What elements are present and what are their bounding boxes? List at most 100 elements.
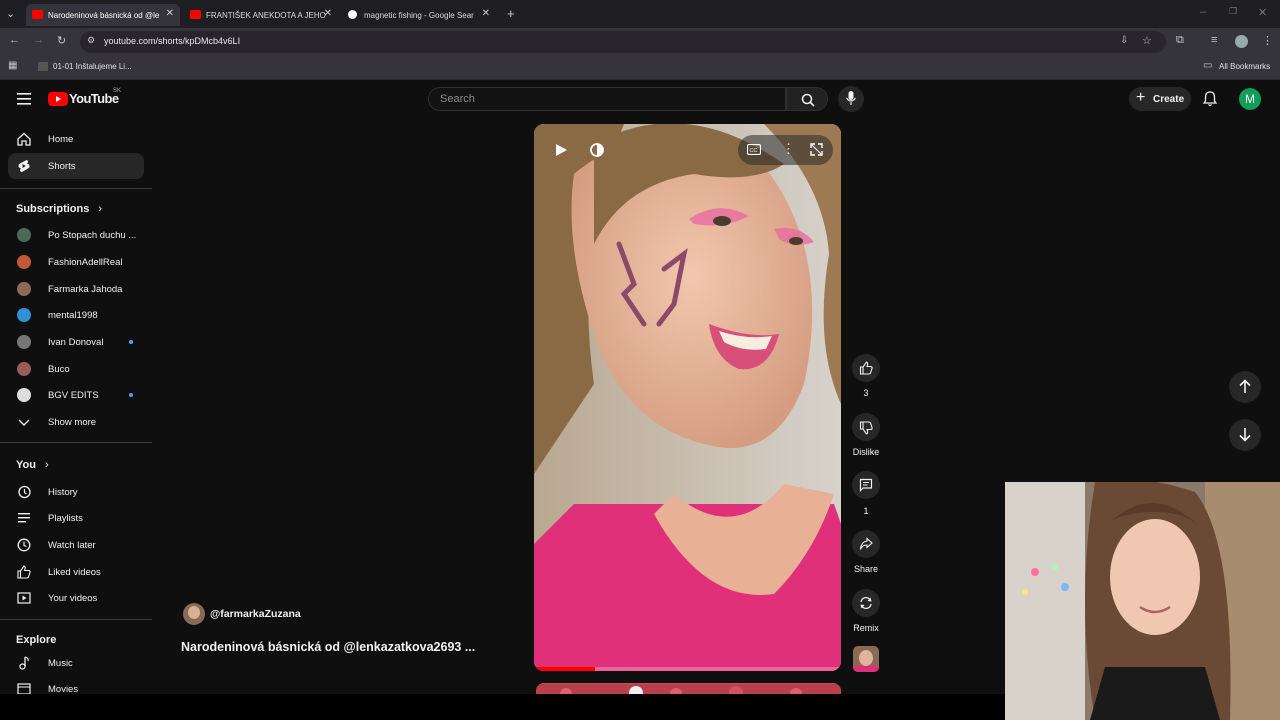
tab-title: FRANTIŠEK ANEKDOTA A JEHO: [206, 10, 326, 20]
site-info-icon[interactable]: ⚙: [87, 35, 95, 46]
tab-active[interactable]: Narodeninová básnická od @le ✕: [26, 4, 180, 26]
channel-avatar: [17, 282, 31, 296]
create-label: Create: [1153, 93, 1185, 105]
close-window-icon[interactable]: ✕: [1258, 6, 1267, 19]
create-button[interactable]: + Create: [1129, 87, 1191, 111]
sidebar-item-label: Po Stopach duchu ...: [48, 230, 137, 241]
comments-button[interactable]: [852, 471, 880, 499]
shorts-video-player[interactable]: CC ⋮: [534, 124, 841, 671]
extensions-icon[interactable]: ⧉: [1176, 34, 1184, 47]
your-videos-icon: [17, 592, 31, 604]
previous-short-button[interactable]: [1229, 371, 1261, 403]
thumbs-up-icon: [17, 565, 31, 579]
next-short-button[interactable]: [1229, 419, 1261, 451]
forward-icon[interactable]: →: [33, 34, 44, 46]
voice-search-button[interactable]: [838, 86, 864, 112]
reload-icon[interactable]: ↻: [57, 34, 66, 47]
channel-handle[interactable]: @farmarkaZuzana: [210, 608, 301, 620]
youtube-masthead: YouTube SK Search + Create M: [0, 81, 1280, 119]
sidebar-item-label: Music: [48, 658, 73, 669]
sidebar-item-playlists[interactable]: Playlists: [8, 505, 144, 531]
volume-icon[interactable]: [589, 142, 605, 158]
close-tab-icon[interactable]: ✕: [482, 8, 490, 19]
sidebar-item-label: Home: [48, 134, 74, 145]
back-icon[interactable]: ←: [9, 34, 20, 46]
minimize-icon[interactable]: –: [1200, 6, 1206, 18]
account-avatar[interactable]: M: [1239, 88, 1261, 110]
sidebar-item-label: Farmarka Jahoda: [48, 284, 123, 295]
sidebar-item-home[interactable]: Home: [8, 126, 144, 152]
short-title[interactable]: Narodeninová básnická od @lenkazatkova26…: [181, 640, 475, 654]
search-icon: [801, 93, 815, 107]
hamburger-menu-icon[interactable]: [17, 93, 31, 105]
sidebar-item-liked-videos[interactable]: Liked videos: [8, 559, 144, 585]
maximize-icon[interactable]: ❐: [1229, 6, 1237, 17]
tab-search-icon[interactable]: ⌄: [6, 7, 15, 20]
sidebar-item-subscription[interactable]: mental1998: [8, 302, 144, 328]
menu-kebab-icon[interactable]: ⋮: [1262, 34, 1273, 47]
share-label: Share: [853, 564, 879, 574]
share-button[interactable]: [852, 530, 880, 558]
audio-source-thumbnail[interactable]: [853, 646, 879, 672]
sidebar-item-shorts[interactable]: Shorts: [8, 153, 144, 179]
home-icon: [17, 132, 31, 146]
youtube-favicon-icon: [32, 10, 43, 19]
like-button[interactable]: [852, 354, 880, 382]
play-icon[interactable]: [554, 143, 568, 157]
subscriptions-header[interactable]: Subscriptions ›: [16, 203, 102, 215]
tab-2[interactable]: FRANTIŠEK ANEKDOTA A JEHO ✕: [184, 4, 338, 26]
explore-title: Explore: [16, 634, 57, 646]
sidebar-item-label: Show more: [48, 417, 97, 428]
captions-icon[interactable]: CC: [747, 144, 761, 155]
dislike-button[interactable]: [852, 413, 880, 441]
fullscreen-icon[interactable]: [810, 143, 823, 156]
sidebar-item-subscription[interactable]: Farmarka Jahoda: [8, 276, 144, 302]
sidebar-item-your-videos[interactable]: Your videos: [8, 585, 144, 611]
comment-icon: [859, 478, 873, 492]
chevron-down-icon: [18, 419, 30, 426]
show-more-button[interactable]: Show more: [8, 409, 144, 435]
apps-grid-icon[interactable]: ▦: [8, 60, 17, 71]
search-button[interactable]: [786, 87, 828, 111]
progress-bar[interactable]: [534, 667, 841, 671]
bookmark-star-icon[interactable]: ☆: [1142, 34, 1152, 47]
remix-icon: [860, 596, 872, 610]
sidebar-item-subscription[interactable]: FashionAdellReal: [8, 249, 144, 275]
sidebar-item-history[interactable]: History: [8, 479, 144, 505]
sidebar-item-label: Ivan Donoval: [48, 337, 104, 348]
sidebar-divider: [0, 442, 152, 443]
sidebar-item-subscription[interactable]: BGV EDITS: [8, 382, 144, 408]
sidebar-item-music[interactable]: Music: [8, 650, 144, 676]
arrow-down-icon: [1239, 428, 1251, 442]
bookmark-item[interactable]: 01-01 Inštalujeme Li...: [53, 62, 132, 71]
more-options-icon[interactable]: ⋮: [782, 141, 795, 157]
browser-tab-bar: ⌄ Narodeninová básnická od @le ✕ FRANTIŠ…: [0, 0, 1280, 28]
you-header[interactable]: You ›: [16, 459, 49, 471]
all-bookmarks-link[interactable]: All Bookmarks: [1219, 62, 1270, 71]
channel-avatar[interactable]: [183, 603, 205, 625]
sidebar-item-subscription[interactable]: Ivan Donoval: [8, 329, 144, 355]
new-content-dot: [129, 340, 133, 344]
sidebar-item-label: mental1998: [48, 310, 98, 321]
sidebar-item-watch-later[interactable]: Watch later: [8, 532, 144, 558]
close-tab-icon[interactable]: ✕: [324, 8, 332, 19]
search-input[interactable]: Search: [428, 87, 786, 111]
playlists-icon: [18, 513, 30, 523]
close-tab-icon[interactable]: ✕: [166, 8, 174, 19]
sidebar-item-label: FashionAdellReal: [48, 257, 123, 268]
sidebar-divider: [0, 619, 152, 620]
address-bar-row: ← → ↻ ⚙ youtube.com/shorts/kpDMcb4v6LI ⇩…: [0, 28, 1280, 55]
remix-button[interactable]: [852, 589, 880, 617]
omnibox[interactable]: ⚙ youtube.com/shorts/kpDMcb4v6LI ⇩ ☆: [80, 31, 1166, 53]
url-text[interactable]: youtube.com/shorts/kpDMcb4v6LI: [104, 36, 240, 46]
subscriptions-title: Subscriptions: [16, 203, 90, 215]
install-app-icon[interactable]: ⇩: [1120, 35, 1128, 46]
notifications-bell-icon[interactable]: [1203, 91, 1217, 107]
avatar-letter: M: [1245, 92, 1255, 106]
sidebar-item-subscription[interactable]: Buco: [8, 356, 144, 382]
sidebar-item-subscription[interactable]: Po Stopach duchu ...: [8, 222, 144, 248]
new-tab-icon[interactable]: +: [507, 6, 515, 21]
media-control-icon[interactable]: ≡: [1211, 34, 1217, 46]
tab-3[interactable]: magnetic fishing - Google Sear ✕: [342, 4, 496, 26]
profile-icon[interactable]: [1235, 35, 1248, 48]
